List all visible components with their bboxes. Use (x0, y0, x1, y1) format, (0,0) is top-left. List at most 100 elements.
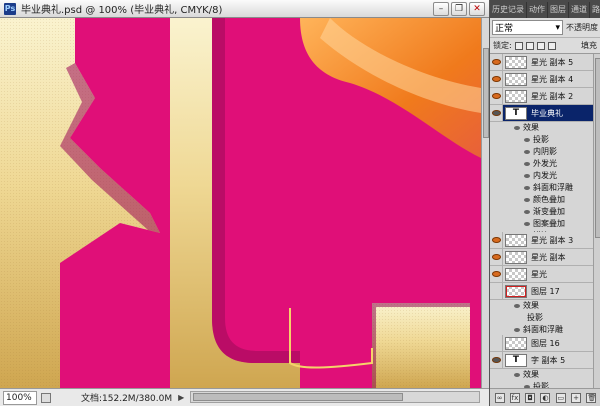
close-icon[interactable]: ✕ (469, 2, 485, 16)
effects-label: 效果 (523, 301, 539, 310)
layer-row[interactable]: 图层 17 (490, 283, 593, 300)
lock-label: 锁定: (493, 41, 512, 50)
layer-row[interactable]: 星光 副本 3 (490, 232, 593, 249)
vertical-scrollbar[interactable] (481, 18, 489, 388)
effects-header[interactable]: 效果 (490, 369, 593, 380)
effect-name: 渐变叠加 (533, 207, 565, 216)
mask-icon[interactable]: ◘ (525, 392, 536, 403)
lock-position-icon[interactable] (536, 41, 545, 50)
adjustment-icon[interactable]: ◐ (540, 392, 551, 403)
lock-image-icon[interactable] (525, 41, 534, 50)
layer-name: 字 副本 5 (531, 355, 566, 365)
effect-item[interactable]: 斜面和浮雕 (490, 324, 593, 335)
status-menu-arrow-icon[interactable]: ▶ (178, 393, 184, 402)
effect-eye-icon[interactable] (514, 125, 520, 130)
effect-name: 颜色叠加 (533, 195, 565, 204)
effect-eye-icon[interactable] (524, 161, 530, 166)
eye-icon (491, 93, 501, 99)
effect-eye-icon[interactable] (514, 327, 520, 332)
tab-layers[interactable]: 图层 (548, 2, 569, 18)
effect-item[interactable]: 内阴影 (490, 146, 593, 157)
layer-thumbnail (505, 55, 527, 69)
effect-eye-icon[interactable] (514, 303, 520, 308)
effect-item[interactable]: 投影 (490, 134, 593, 145)
layer-thumbnail (505, 250, 527, 264)
effect-item[interactable]: 投影 (490, 381, 593, 388)
window-controls: – ❐ ✕ (433, 2, 485, 16)
lock-row: 锁定: 填充 (490, 38, 600, 54)
lock-transparent-icon[interactable] (514, 41, 523, 50)
link-icon[interactable]: ∞ (494, 392, 505, 403)
lock-all-icon[interactable] (547, 41, 556, 50)
effect-item[interactable]: 内发光 (490, 170, 593, 181)
text-layer-icon: T (505, 353, 527, 367)
new-layer-icon[interactable]: + (571, 392, 582, 403)
layers-list: 星光 副本 5 星光 副本 4 星光 副本 2 T 毕业典礼 效果 投影 内阴影… (490, 54, 593, 388)
restore-icon[interactable]: ❐ (451, 2, 467, 16)
visibility-toggle[interactable] (490, 88, 503, 104)
tab-paths[interactable]: 路径 (590, 2, 600, 18)
canvas-artwork[interactable] (0, 18, 481, 388)
visibility-toggle[interactable] (490, 54, 503, 70)
layer-name: 图层 17 (531, 286, 560, 296)
minimize-icon[interactable]: – (433, 2, 449, 16)
effect-item[interactable]: 颜色叠加 (490, 194, 593, 205)
eye-icon (491, 59, 501, 65)
effect-eye-icon[interactable] (524, 185, 530, 190)
effect-item[interactable]: 斜面和浮雕 (490, 182, 593, 193)
visibility-toggle[interactable] (490, 352, 503, 368)
effect-eye-icon[interactable] (514, 372, 520, 377)
horizontal-scrollbar[interactable] (190, 391, 480, 403)
effect-eye-icon[interactable] (524, 137, 530, 142)
zoom-field[interactable]: 100% (3, 390, 37, 405)
layer-row[interactable]: 星光 副本 2 (490, 88, 593, 105)
effect-eye-icon[interactable] (524, 197, 530, 202)
layer-row[interactable]: 星光 副本 4 (490, 71, 593, 88)
effect-eye-icon[interactable] (524, 209, 530, 214)
visibility-toggle[interactable] (490, 71, 503, 87)
document-title-bar[interactable]: Ps 毕业典礼.psd @ 100% (毕业典礼, CMYK/8) – ❐ ✕ (0, 0, 489, 18)
effect-name: 斜面和浮雕 (533, 183, 573, 192)
folder-icon[interactable]: ▭ (555, 392, 566, 403)
effects-header[interactable]: 效果 (490, 300, 593, 311)
effect-name: 内阴影 (533, 147, 557, 156)
visibility-toggle[interactable] (490, 266, 503, 282)
effect-eye-icon[interactable] (524, 173, 530, 178)
effect-item[interactable]: 投影 (490, 312, 593, 323)
eye-icon (491, 254, 501, 260)
visibility-toggle[interactable] (490, 283, 503, 299)
effect-name: 投影 (527, 313, 543, 322)
effect-name: 外发光 (533, 159, 557, 168)
blend-mode-select[interactable]: 正常 ▾ (492, 20, 563, 35)
layer-row[interactable]: T 字 副本 5 (490, 352, 593, 369)
status-info-icon[interactable] (41, 392, 51, 403)
effect-name: 投影 (533, 135, 549, 144)
fx-icon[interactable]: fx (509, 392, 520, 403)
effects-header[interactable]: 效果 (490, 122, 593, 133)
effect-item[interactable]: 图案叠加 (490, 218, 593, 229)
horizontal-scroll-thumb[interactable] (193, 393, 403, 401)
layers-panel: 历史记录 动作 图层 通道 路径 正常 ▾ 不透明度 锁定: 填充 星光 (489, 0, 600, 406)
layer-row[interactable]: 星光 副本 (490, 249, 593, 266)
layers-scroll-thumb[interactable] (595, 58, 600, 238)
layer-name: 星光 (531, 269, 547, 279)
visibility-toggle[interactable] (490, 249, 503, 265)
layer-row-selected[interactable]: T 毕业典礼 (490, 105, 593, 122)
tab-history[interactable]: 历史记录 (490, 2, 527, 18)
layer-row[interactable]: 图层 16 (490, 335, 593, 352)
effect-eye-icon[interactable] (524, 221, 530, 226)
layer-row[interactable]: 星光 副本 5 (490, 54, 593, 71)
layer-row[interactable]: 星光 (490, 266, 593, 283)
tab-channels[interactable]: 通道 (569, 2, 590, 18)
fill-label: 填充 (581, 41, 597, 50)
tab-actions[interactable]: 动作 (527, 2, 548, 18)
visibility-toggle[interactable] (490, 232, 503, 248)
effect-eye-icon[interactable] (524, 149, 530, 154)
visibility-toggle[interactable] (490, 335, 503, 351)
effects-label: 效果 (523, 370, 539, 379)
effect-item[interactable]: 渐变叠加 (490, 206, 593, 217)
visibility-toggle[interactable] (490, 105, 503, 121)
trash-icon[interactable]: 🗑 (586, 392, 597, 403)
layers-scrollbar[interactable] (593, 54, 600, 388)
effect-item[interactable]: 外发光 (490, 158, 593, 169)
